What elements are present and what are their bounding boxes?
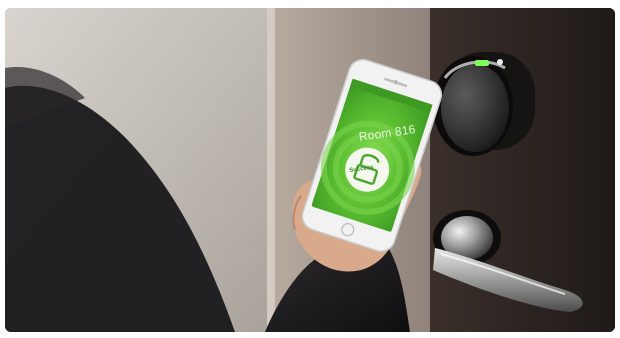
photo-scene xyxy=(5,8,615,332)
card-reader-lock xyxy=(433,52,535,156)
photo-frame: Room 816 Success xyxy=(5,8,615,332)
